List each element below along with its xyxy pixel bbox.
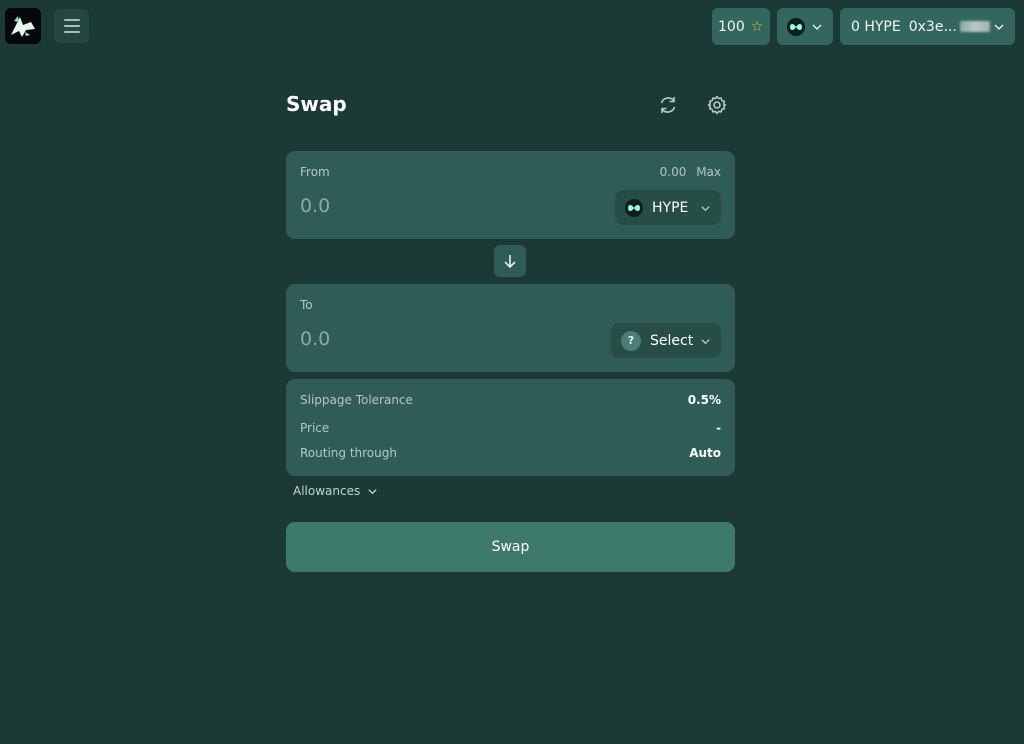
routing-row: Routing through Auto bbox=[300, 446, 721, 460]
swap-button[interactable]: Swap bbox=[286, 522, 735, 572]
allowances-label: Allowances bbox=[293, 484, 361, 498]
page-title: Swap bbox=[286, 92, 347, 116]
unknown-token-icon: ? bbox=[621, 330, 641, 351]
app-logo[interactable] bbox=[5, 8, 41, 44]
from-amount-input[interactable] bbox=[300, 191, 550, 221]
account-button[interactable]: 0 HYPE 0x3e... bbox=[840, 8, 1015, 45]
gear-icon bbox=[707, 95, 727, 115]
slippage-label: Slippage Tolerance bbox=[300, 393, 413, 407]
points-button[interactable]: 100 ☆ bbox=[712, 8, 770, 45]
to-panel: To ? Select bbox=[286, 284, 735, 372]
menu-button[interactable] bbox=[54, 9, 89, 43]
points-count: 100 bbox=[718, 18, 745, 35]
price-label: Price bbox=[300, 421, 330, 435]
settings-button[interactable] bbox=[706, 94, 728, 116]
to-amount-input[interactable] bbox=[300, 324, 550, 354]
from-balance: 0.00 Max bbox=[660, 165, 721, 179]
routing-value: Auto bbox=[689, 446, 721, 460]
from-label: From bbox=[300, 165, 330, 179]
swap-details: Slippage Tolerance 0.5% Price - Routing … bbox=[286, 379, 735, 476]
account-address: 0x3e... bbox=[908, 18, 957, 35]
allowances-toggle[interactable]: Allowances bbox=[293, 484, 378, 498]
refresh-button[interactable] bbox=[657, 94, 679, 116]
address-redaction bbox=[959, 21, 990, 32]
from-token-label: HYPE bbox=[652, 199, 689, 216]
chevron-down-icon bbox=[812, 24, 822, 30]
routing-label: Routing through bbox=[300, 446, 397, 460]
slippage-row: Slippage Tolerance 0.5% bbox=[300, 393, 721, 407]
chevron-down-icon bbox=[994, 24, 1004, 30]
hype-logo-icon bbox=[625, 198, 643, 217]
chevron-down-icon bbox=[701, 206, 710, 212]
star-icon: ☆ bbox=[750, 18, 764, 35]
arrow-down-icon bbox=[504, 255, 516, 269]
price-row: Price - bbox=[300, 421, 721, 435]
from-panel: From 0.00 Max HYPE bbox=[286, 151, 735, 239]
top-bar: 100 ☆ 0 HYPE 0x3e... bbox=[0, 0, 1024, 52]
from-balance-value: 0.00 bbox=[659, 165, 687, 179]
from-token-select[interactable]: HYPE bbox=[615, 190, 721, 225]
refresh-icon bbox=[660, 97, 676, 113]
account-balance: 0 HYPE bbox=[851, 18, 901, 35]
slippage-value[interactable]: 0.5% bbox=[688, 393, 721, 407]
chevron-down-icon bbox=[368, 488, 377, 494]
switch-direction-button[interactable] bbox=[494, 245, 526, 277]
to-token-select[interactable]: ? Select bbox=[611, 323, 721, 358]
to-label: To bbox=[300, 298, 313, 312]
chevron-down-icon bbox=[701, 339, 710, 345]
max-button[interactable]: Max bbox=[696, 165, 721, 179]
to-token-label: Select bbox=[650, 332, 694, 349]
network-selector[interactable] bbox=[777, 8, 833, 45]
price-value: - bbox=[716, 421, 721, 435]
shark-logo-icon bbox=[11, 16, 35, 37]
hype-logo-icon bbox=[787, 17, 805, 36]
hamburger-icon bbox=[63, 19, 80, 21]
